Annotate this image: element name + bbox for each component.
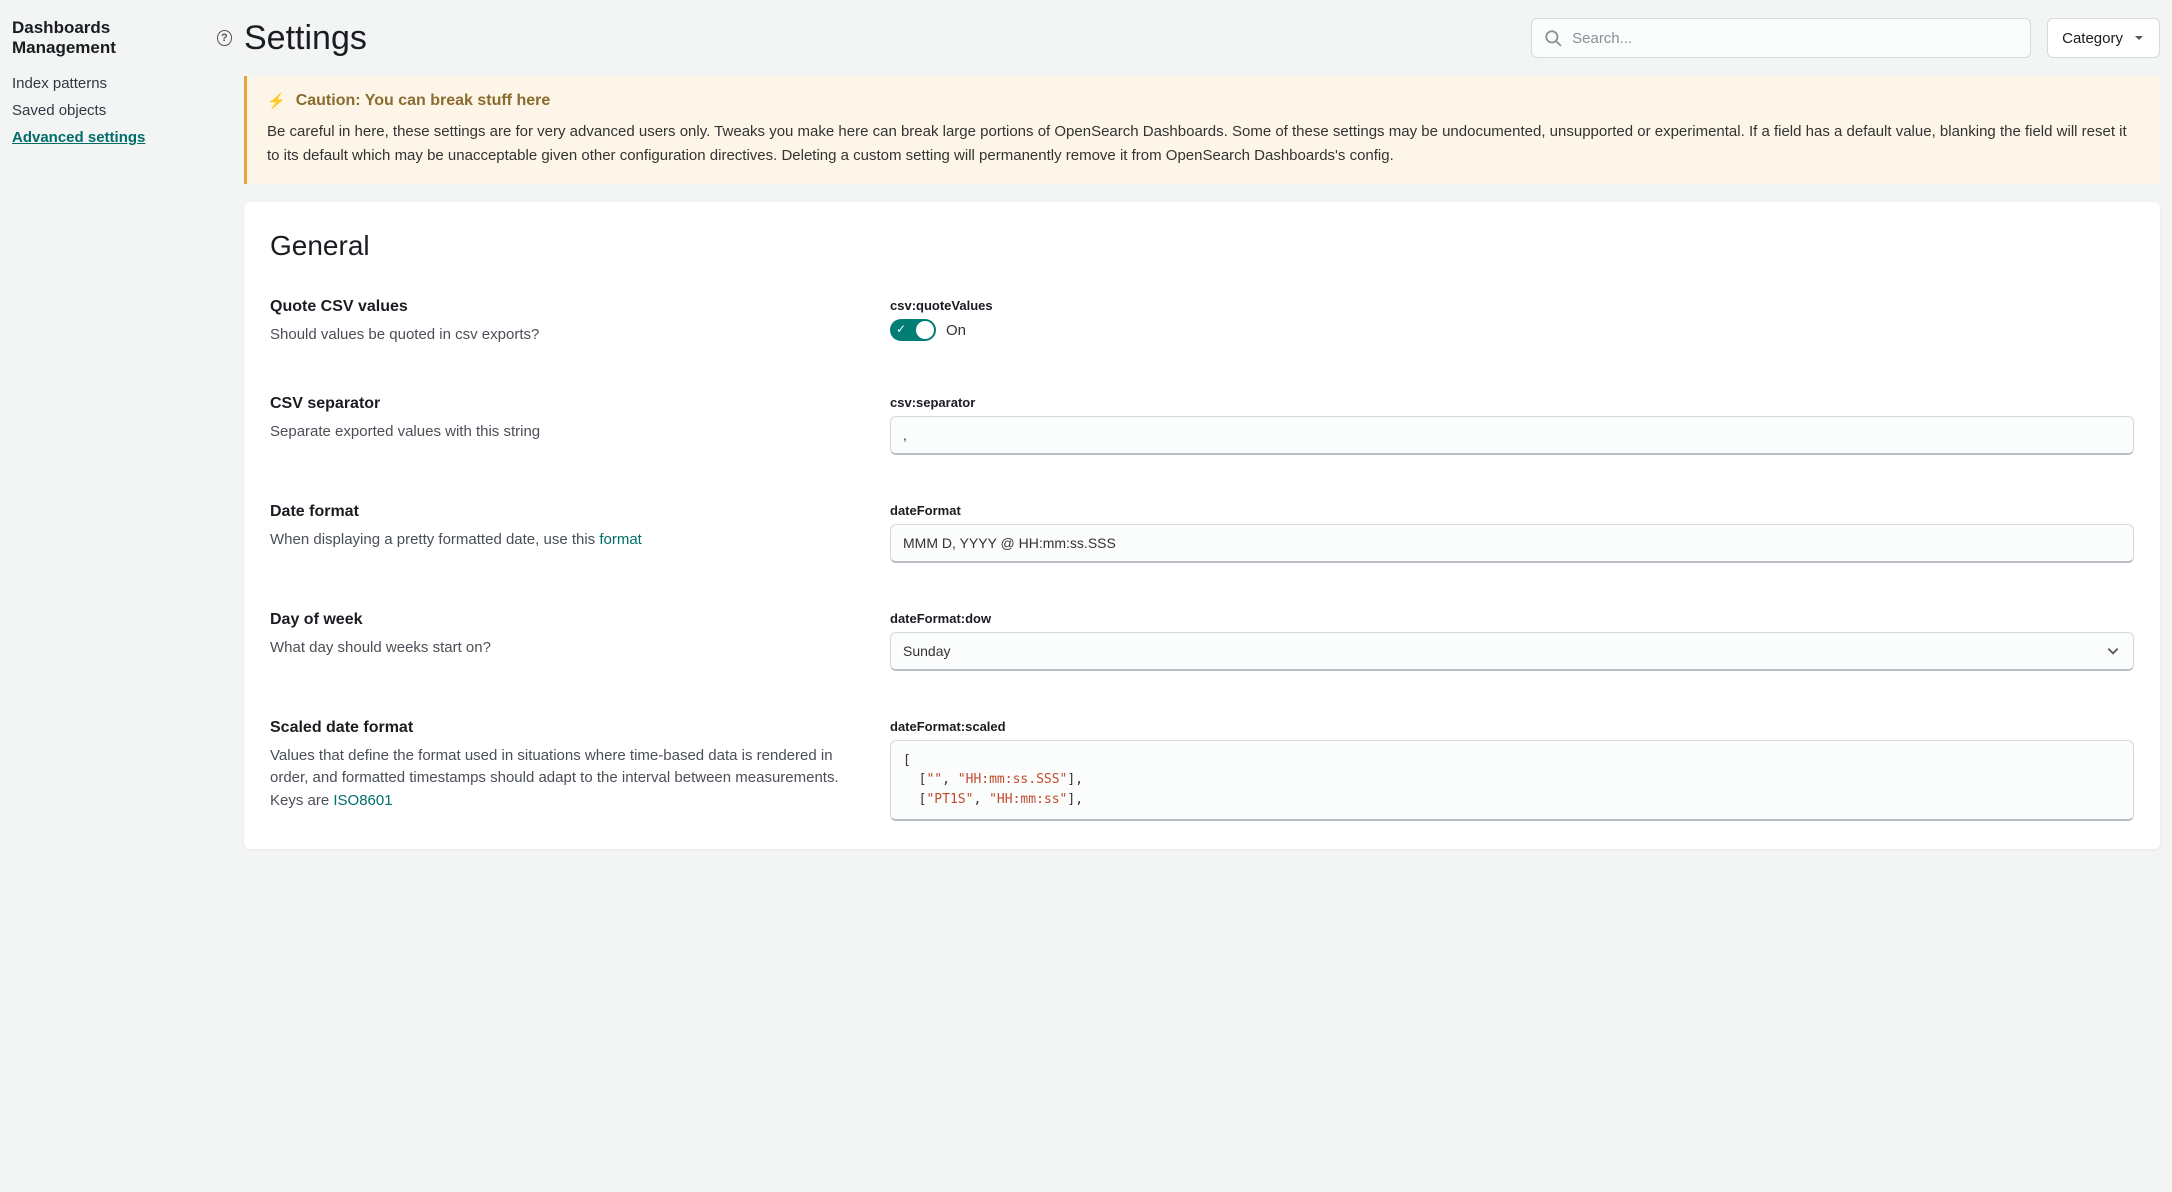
setting-title: Quote CSV values (270, 298, 850, 316)
setting-desc: Separate exported values with this strin… (270, 421, 850, 444)
setting-title: CSV separator (270, 395, 850, 413)
date-format-input[interactable] (890, 524, 2134, 563)
sidebar-item-index-patterns[interactable]: Index patterns (12, 70, 232, 97)
iso8601-link[interactable]: ISO8601 (333, 792, 392, 809)
field-key: csv:separator (890, 395, 2134, 410)
warning-callout: ⚡ Caution: You can break stuff here Be c… (244, 76, 2160, 184)
sidebar-item-saved-objects[interactable]: Saved objects (12, 97, 232, 124)
sidebar-title: Dashboards Management (12, 18, 209, 58)
help-icon[interactable]: ? (217, 30, 232, 46)
callout-title: Caution: You can break stuff here (296, 92, 551, 110)
category-label: Category (2062, 30, 2123, 47)
setting-scaled-date-format: Scaled date format Values that define th… (270, 719, 2134, 822)
search-icon (1544, 29, 1562, 47)
setting-day-of-week: Day of week What day should weeks start … (270, 611, 2134, 671)
quote-csv-toggle[interactable]: ✓ (890, 319, 936, 341)
chevron-down-icon (2133, 32, 2145, 44)
field-key: dateFormat:scaled (890, 719, 2134, 734)
bolt-icon: ⚡ (267, 92, 286, 110)
setting-csv-separator: CSV separator Separate exported values w… (270, 395, 2134, 455)
search-box[interactable] (1531, 18, 2031, 58)
setting-desc: Should values be quoted in csv exports? (270, 324, 850, 347)
setting-title: Scaled date format (270, 719, 850, 737)
category-button[interactable]: Category (2047, 18, 2160, 58)
setting-date-format: Date format When displaying a pretty for… (270, 503, 2134, 563)
csv-separator-input[interactable] (890, 416, 2134, 455)
callout-body: Be careful in here, these settings are f… (267, 120, 2140, 168)
section-title: General (270, 230, 2134, 262)
header: Settings Category (244, 0, 2160, 76)
setting-desc: When displaying a pretty formatted date,… (270, 529, 850, 552)
field-key: dateFormat:dow (890, 611, 2134, 626)
setting-quote-csv: Quote CSV values Should values be quoted… (270, 298, 2134, 347)
toggle-state-label: On (946, 322, 966, 339)
setting-title: Date format (270, 503, 850, 521)
toggle-knob (916, 321, 934, 339)
sidebar: Dashboards Management ? Index patterns S… (0, 0, 244, 1192)
format-link[interactable]: format (599, 531, 642, 548)
scaled-date-format-textarea[interactable]: [ ["", "HH:mm:ss.SSS"], ["PT1S", "HH:mm:… (890, 740, 2134, 822)
settings-panel: General Quote CSV values Should values b… (244, 202, 2160, 849)
sidebar-item-advanced-settings[interactable]: Advanced settings (12, 124, 232, 151)
day-of-week-select[interactable]: Sunday (890, 632, 2134, 671)
page-title: Settings (244, 19, 367, 58)
field-key: csv:quoteValues (890, 298, 2134, 313)
search-input[interactable] (1572, 30, 2018, 47)
main: Settings Category ⚡ Caution: You can bre… (244, 0, 2172, 1192)
setting-desc: Values that define the format used in si… (270, 745, 850, 813)
check-icon: ✓ (896, 322, 906, 336)
setting-title: Day of week (270, 611, 850, 629)
field-key: dateFormat (890, 503, 2134, 518)
setting-desc: What day should weeks start on? (270, 637, 850, 660)
